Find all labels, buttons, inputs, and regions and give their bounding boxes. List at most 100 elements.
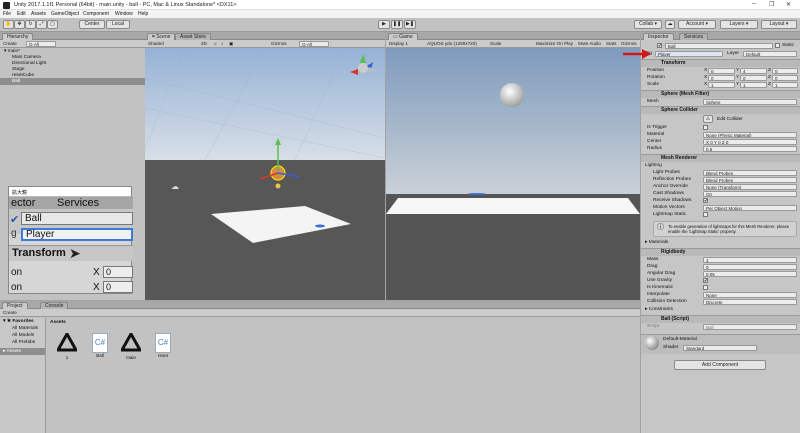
effects-toggle-icon[interactable]: ▣ [229,41,233,47]
receive-shadows-checkbox[interactable]: ✔ [703,198,708,203]
active-checkbox[interactable]: ✔ [657,43,662,48]
collider-center-field[interactable]: X 0 Y 0 Z 0 [703,139,797,145]
layer-dropdown[interactable]: Default [743,51,797,57]
tab-game[interactable]: ▭ Game [388,33,418,40]
scene-search-input[interactable]: Q·All [299,41,329,47]
resolution-dropdown[interactable]: AQUOS ydo (1280x720) [427,41,477,46]
anchor-override-field[interactable]: None (Transform) [703,184,797,190]
tab-inspector[interactable]: Inspector [643,33,674,40]
layout-button[interactable]: Layout ▾ [761,20,797,29]
tab-project[interactable]: Project [2,302,28,309]
project-create-button[interactable]: Create [3,310,17,315]
hand-tool-icon[interactable]: ✋ [3,20,14,29]
tab-console[interactable]: Console [40,302,69,309]
collision-detection-dropdown[interactable]: Discrete [703,299,797,305]
tab-asset-store[interactable]: Asset Store [175,33,211,40]
menu-file[interactable]: File [3,11,11,17]
favorite-item[interactable]: All Prefabs [0,339,45,347]
display-dropdown[interactable]: Display 1 [389,41,408,46]
tab-scene[interactable]: ⌗ Scene [147,33,176,40]
pivot-local-button[interactable]: Local [106,20,130,29]
menu-help[interactable]: Help [138,11,148,17]
scale-x-field[interactable]: 1 [708,82,735,88]
edit-collider-icon[interactable]: ⚠ [703,115,713,123]
pause-button[interactable]: ❚❚ [391,20,403,29]
is-kinematic-checkbox[interactable] [703,285,708,290]
motion-vectors-dropdown[interactable]: Per Object Motion [703,205,797,211]
static-checkbox[interactable] [775,43,780,48]
constraints-foldout[interactable]: ▸ Constraints [645,307,673,312]
cloud-icon[interactable]: ☁ [665,20,675,29]
menu-edit[interactable]: Edit [17,11,26,17]
ball-script-header[interactable]: Ball (Script) [641,315,800,323]
mass-field[interactable]: 1 [703,257,797,263]
interpolate-dropdown[interactable]: None [703,292,797,298]
game-viewport[interactable] [386,48,640,300]
menu-component[interactable]: Component [83,11,109,17]
scene-viewport[interactable]: ☁ [145,48,385,300]
scale-tool-icon[interactable]: ⤢ [36,20,47,29]
position-z-field[interactable]: 0 [772,68,798,74]
scene-gizmos-dropdown[interactable]: Gizmos [271,41,287,46]
object-name-field[interactable]: Ball [665,43,773,49]
scale-z-field[interactable]: 1 [772,82,798,88]
transform-header[interactable]: Transform [641,59,800,67]
materials-foldout[interactable]: ▸ Materials [645,240,668,245]
hierarchy-search-input[interactable]: Q·All [26,41,56,47]
hierarchy-create-button[interactable]: Create [3,41,17,46]
menu-assets[interactable]: Assets [31,11,46,17]
rotation-z-field[interactable]: 0 [772,75,798,81]
game-gizmos-dropdown[interactable]: Gizmos [621,41,637,46]
stats-toggle[interactable]: Stats [606,41,616,46]
step-button[interactable]: ▶❚ [404,20,416,29]
mesh-filter-header[interactable]: Sphere (Mesh Filter) [641,90,800,98]
tab-hierarchy[interactable]: Hierarchy [2,33,34,40]
cast-shadows-dropdown[interactable]: On [703,191,797,197]
hierarchy-item-selected[interactable]: Ball [0,78,145,85]
maximize-icon[interactable]: ❐ [769,1,774,8]
minimize-icon[interactable]: ─ [752,1,756,7]
light-toggle-icon[interactable]: ☼ [213,41,217,46]
light-probes-dropdown[interactable]: Blend Probes [703,170,797,176]
play-button[interactable]: ▶ [378,20,390,29]
mute-audio-toggle[interactable]: Mute Audio [578,41,601,46]
account-button[interactable]: Account ▾ [678,20,716,29]
close-icon[interactable]: ✕ [786,1,791,8]
maximize-on-play-toggle[interactable]: Maximize On Play [536,41,573,46]
rotation-y-field[interactable]: 0 [740,75,767,81]
add-component-button[interactable]: Add Component [674,360,766,370]
angular-drag-field[interactable]: 0.05 [703,271,797,277]
asset-item[interactable]: 1 [55,330,79,361]
sphere-collider-header[interactable]: Sphere Collider [641,106,800,114]
layers-button[interactable]: Layers ▾ [720,20,758,29]
tab-services[interactable]: Services [679,33,709,40]
asset-item[interactable]: C# Ball [90,333,110,361]
collider-material-field[interactable]: None (Physic Material) [703,132,797,138]
2d-toggle[interactable]: 2D [201,41,207,46]
shader-dropdown[interactable]: Standard [683,345,757,351]
mesh-field[interactable]: Sphere [703,99,797,105]
drag-field[interactable]: 0 [703,264,797,270]
assets-folder-item[interactable]: ▸ Assets [0,348,45,355]
collab-button[interactable]: Collab ▾ [634,20,662,29]
rotation-x-field[interactable]: 0 [708,75,735,81]
move-tool-icon[interactable]: ✥ [14,20,25,29]
audio-toggle-icon[interactable]: ♪ [221,41,223,46]
rect-tool-icon[interactable]: ▢ [47,20,58,29]
position-y-field[interactable]: 4 [740,68,767,74]
use-gravity-checkbox[interactable]: ✔ [703,278,708,283]
reflection-probes-dropdown[interactable]: Blend Probes [703,177,797,183]
pivot-center-button[interactable]: Center [79,20,105,29]
rigidbody-header[interactable]: Rigidbody [641,248,800,256]
scale-y-field[interactable]: 1 [740,82,767,88]
lightmap-static-checkbox[interactable] [703,212,708,217]
rotate-tool-icon[interactable]: ↻ [25,20,36,29]
mesh-renderer-header[interactable]: Mesh Renderer [641,154,800,162]
is-trigger-checkbox[interactable] [703,125,708,130]
menu-window[interactable]: Window [115,11,133,17]
asset-item[interactable]: C# reset [153,333,173,361]
tag-dropdown[interactable]: Player [655,51,723,57]
asset-item[interactable]: main [119,330,143,361]
menu-gameobject[interactable]: GameObject [51,11,79,17]
shading-mode-dropdown[interactable]: Shaded [148,41,164,46]
